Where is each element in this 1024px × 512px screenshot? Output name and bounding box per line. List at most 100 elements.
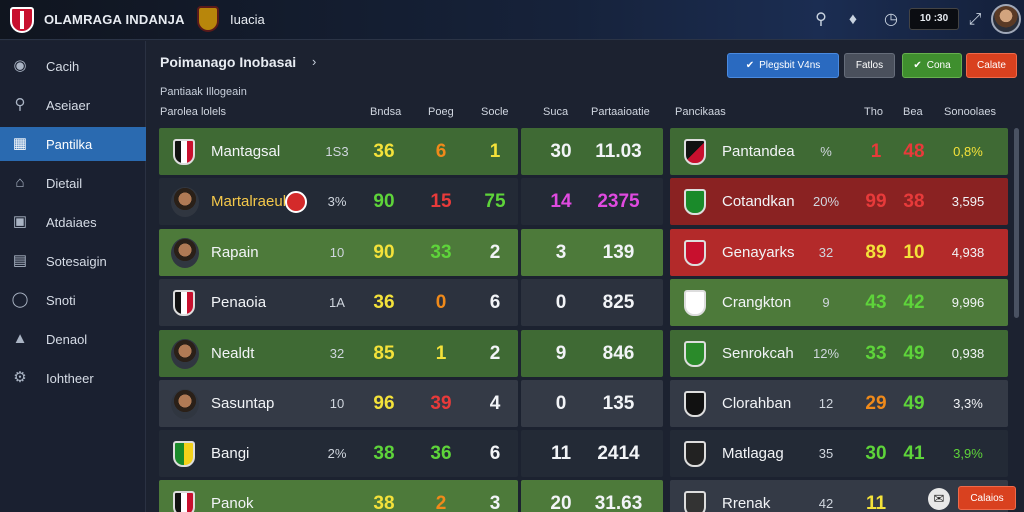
primary-button-label: Plegsbit V4ns	[759, 60, 821, 71]
table-row-stats[interactable]: 20 31.63	[521, 480, 663, 512]
row-stat-c: 2	[489, 343, 501, 364]
row-stat-b: 39	[430, 393, 452, 414]
opponent-crest-icon[interactable]	[197, 6, 219, 32]
column-header-right-c[interactable]: Sonoolaes	[944, 106, 996, 118]
sidebar-item-8[interactable]: ⚙ Iohtheer	[0, 361, 146, 395]
sidebar-item-0[interactable]: ◉ Cacih	[0, 49, 146, 83]
row-stat-b: 41	[903, 443, 925, 464]
table-row[interactable]: Mantagsal 1S3 36 6 1	[159, 128, 518, 175]
table-row-right[interactable]: Pantandea% 1 48 0,8%	[670, 128, 1008, 175]
table-row[interactable]: Nealdt 32 85 1 2	[159, 330, 518, 377]
club-crest-icon	[173, 441, 195, 467]
fullscreen-icon[interactable]: ⤢	[964, 9, 986, 31]
table-row-stats[interactable]: 0 825	[521, 279, 663, 326]
table-row-right[interactable]: Senrokcah 12% 33 49 0,938	[670, 330, 1008, 377]
row-stat-a: 38	[373, 443, 395, 464]
table-row-right[interactable]: Crangkton 9 43 42 9,996	[670, 279, 1008, 326]
row-stat-c: 4	[489, 393, 501, 414]
club-logo-icon[interactable]	[10, 7, 34, 33]
row-percent: 42	[818, 496, 834, 511]
table-row-right[interactable]: Clorahban 12 29 49 3,3%	[670, 380, 1008, 427]
column-header-name[interactable]: Parolea lolels	[160, 106, 226, 118]
table-row-stats[interactable]: 14 2375	[521, 178, 663, 225]
table-row[interactable]: Penaoia 1A 36 0 6	[159, 279, 518, 326]
sidebar-item-2[interactable]: ▦ Pantilka	[0, 127, 146, 161]
table-row-right[interactable]: Cotandkan 20% 99 38 3,595	[670, 178, 1008, 225]
club-name: Matlagag	[722, 445, 784, 462]
sidebar-item-label: Dietail	[46, 175, 83, 191]
avatar[interactable]	[991, 4, 1021, 34]
club-badge-icon	[285, 191, 307, 213]
sidebar-item-label: Pantilka	[46, 136, 93, 152]
row-stat-a: 90	[373, 191, 395, 212]
notification-icon[interactable]: ♦	[842, 9, 864, 31]
row-percent: %	[820, 144, 832, 159]
scrollbar[interactable]	[1014, 128, 1019, 318]
row-stat-c: 0,938	[951, 346, 985, 361]
player-name: Rapain	[211, 244, 259, 261]
row-stat-d: 11	[550, 443, 572, 464]
column-header-e[interactable]: Partaaioatie	[591, 106, 650, 118]
table-row[interactable]: Martalraeul 3% 90 15 75	[159, 178, 518, 225]
column-header-right-a[interactable]: Tho	[864, 106, 883, 118]
tactics-icon: ▦	[12, 135, 28, 152]
table-row-stats[interactable]: 0 135	[521, 380, 663, 427]
row-stat-a: 30	[865, 443, 887, 464]
table-row[interactable]: Rapain 10 90 33 2	[159, 229, 518, 276]
row-stat-d: 0	[555, 292, 567, 313]
player-photo	[171, 238, 199, 268]
row-stat-a: 33	[865, 343, 887, 364]
sidebar-item-1[interactable]: ⚲ Aseiaer	[0, 88, 146, 122]
table-row-stats[interactable]: 9 846	[521, 330, 663, 377]
column-header-d[interactable]: Suca	[543, 106, 568, 118]
sidebar-item-7[interactable]: ▲ Denaol	[0, 322, 146, 356]
table-row-stats[interactable]: 3 139	[521, 229, 663, 276]
column-header-right-name[interactable]: Pancikaas	[675, 106, 726, 118]
row-stat-c: 1	[489, 141, 501, 162]
bottom-button[interactable]: Calaios	[958, 486, 1016, 510]
sidebar-item-6[interactable]: ◯ Snoti	[0, 283, 146, 317]
chat-icon[interactable]: ✉	[928, 488, 950, 510]
table-row-right[interactable]: Genayarks 32 89 10 4,938	[670, 229, 1008, 276]
row-stat-b: 49	[903, 343, 925, 364]
sidebar-item-label: Cacih	[46, 58, 80, 74]
club-crest-icon	[684, 290, 706, 316]
player-name: Bangi	[211, 445, 250, 462]
primary-button[interactable]: ✔ Plegsbit V4ns	[727, 53, 839, 78]
chevron-right-icon[interactable]: ›	[312, 54, 316, 69]
row-stat-e: 11.03	[595, 141, 642, 162]
search-icon: ⚲	[14, 96, 26, 113]
row-stat-b	[896, 480, 932, 512]
row-percent: 3%	[327, 194, 347, 209]
table-row-right[interactable]: Matlagag 35 30 41 3,9%	[670, 430, 1008, 477]
club-crest-icon	[684, 441, 706, 467]
row-stat-c: 75	[484, 191, 506, 212]
sidebar-item-4[interactable]: ▣ Atdaiaes	[0, 205, 146, 239]
row-stat-c: 9,996	[951, 295, 985, 310]
clock-icon[interactable]: ◷	[880, 9, 902, 31]
table-row[interactable]: Sasuntap 10 96 39 4	[159, 380, 518, 427]
grey-button[interactable]: Fatlos	[844, 53, 895, 78]
table-row-stats[interactable]: 30 11.03	[521, 128, 663, 175]
column-header-c[interactable]: Socle	[481, 106, 509, 118]
table-row[interactable]: Bangi 2% 38 36 6	[159, 430, 518, 477]
sidebar-item-label: Iohtheer	[46, 370, 94, 386]
building-icon: ▣	[12, 213, 28, 230]
column-header-a[interactable]: Bndsa	[370, 106, 401, 118]
red-button[interactable]: Calate	[966, 53, 1017, 78]
table-row-stats[interactable]: 11 2414	[521, 430, 663, 477]
row-stat-e: 139	[602, 242, 635, 263]
sidebar-item-3[interactable]: ⌂ Dietail	[0, 166, 146, 200]
row-stat-b: 6	[435, 141, 447, 162]
table-row[interactable]: Panok 38 2 3	[159, 480, 518, 512]
column-header-b[interactable]: Poeg	[428, 106, 454, 118]
green-button[interactable]: ✔ Cona	[902, 53, 962, 78]
sidebar-item-5[interactable]: ▤ Sotesaigin	[0, 244, 146, 278]
check-icon: ✔	[745, 60, 755, 71]
sidebar-item-label: Snoti	[46, 292, 76, 308]
row-stat-e: 2375	[597, 191, 640, 212]
column-header-right-b[interactable]: Bea	[903, 106, 923, 118]
player-photo	[171, 187, 199, 217]
score-badge: 10 :30	[909, 8, 959, 30]
search-icon[interactable]: ⚲	[810, 9, 832, 31]
